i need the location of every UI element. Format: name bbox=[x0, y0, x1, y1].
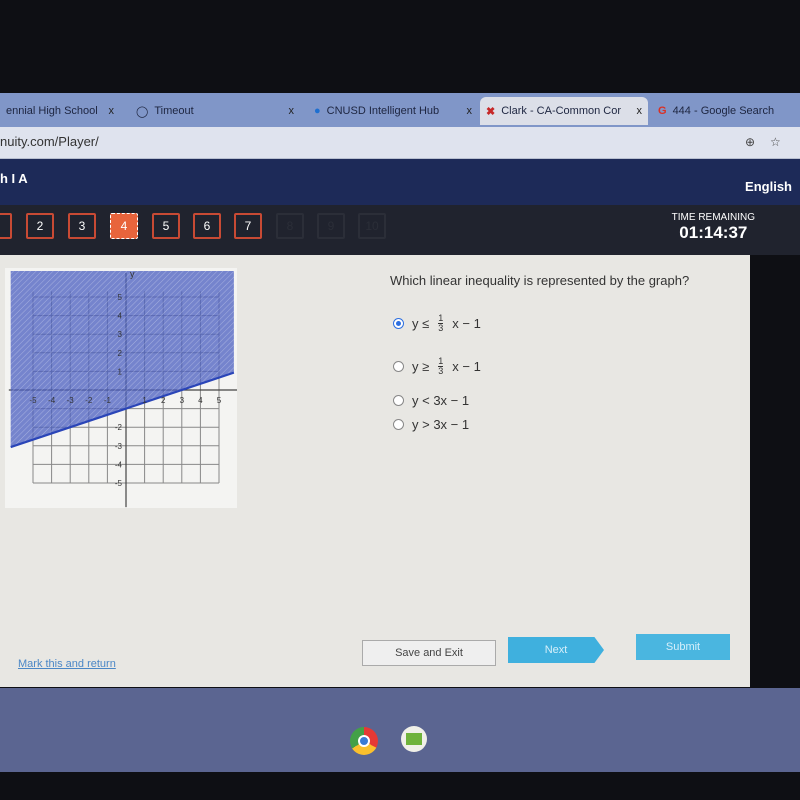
option-text: x − 1 bbox=[452, 316, 481, 331]
course-title: h I A bbox=[0, 171, 28, 186]
question-button[interactable]: 5 bbox=[152, 213, 180, 239]
tab-school[interactable]: ennial High School x bbox=[0, 97, 120, 125]
language-button[interactable]: English bbox=[745, 179, 792, 194]
option-1[interactable]: y ≤ 1 3 x − 1 bbox=[393, 314, 481, 333]
next-button[interactable]: Next bbox=[508, 637, 604, 663]
tab-label: ennial High School bbox=[6, 105, 98, 117]
taskbar bbox=[0, 688, 800, 772]
denominator: 3 bbox=[438, 366, 444, 376]
y-tick-label: 3 bbox=[118, 330, 123, 339]
x-logo-icon: ✖ bbox=[486, 105, 496, 118]
y-tick-label: 2 bbox=[118, 349, 123, 358]
fraction: 13 bbox=[438, 314, 444, 333]
y-tick-label: -3 bbox=[115, 442, 123, 451]
x-tick-label: 1 bbox=[142, 396, 147, 405]
option-text: y > 3x − 1 bbox=[412, 417, 470, 432]
y-tick-label: -5 bbox=[115, 479, 123, 488]
radio[interactable] bbox=[393, 419, 404, 430]
x-tick-label: -1 bbox=[104, 396, 112, 405]
option-text: y < 3x − 1 bbox=[412, 393, 470, 408]
option-text: y ≥ bbox=[412, 359, 430, 374]
x-tick-label: 5 bbox=[217, 396, 222, 405]
x-tick-label: -4 bbox=[48, 396, 56, 405]
x-tick-label: 3 bbox=[180, 396, 185, 405]
tab-label: Timeout bbox=[154, 105, 194, 117]
close-icon[interactable]: x bbox=[467, 105, 473, 117]
x-tick-label: -3 bbox=[67, 396, 75, 405]
radio-selected[interactable] bbox=[393, 318, 404, 329]
y-tick-label: 4 bbox=[118, 312, 123, 321]
radio[interactable] bbox=[393, 395, 404, 406]
close-icon[interactable]: x bbox=[109, 105, 115, 117]
option-3[interactable]: y < 3x − 1 bbox=[393, 393, 469, 408]
question-button[interactable]: 2 bbox=[26, 213, 54, 239]
question-prompt: Which linear inequality is represented b… bbox=[390, 273, 690, 288]
option-text: x − 1 bbox=[452, 359, 481, 374]
zoom-icon[interactable]: ⊕ bbox=[745, 135, 755, 149]
option-2[interactable]: y ≥ 1 3 x − 1 bbox=[393, 357, 481, 376]
y-tick-label: 1 bbox=[118, 367, 123, 376]
question-button[interactable]: 6 bbox=[193, 213, 221, 239]
close-icon[interactable]: x bbox=[289, 105, 295, 117]
x-tick-label: -5 bbox=[29, 396, 37, 405]
tab-timeout[interactable]: ◯ Timeout x bbox=[130, 97, 300, 125]
inequality-graph: -5-4-3-2-11234554321-2-3-4-5xy bbox=[5, 268, 237, 508]
question-button[interactable]: 3 bbox=[68, 213, 96, 239]
denominator: 3 bbox=[438, 323, 444, 333]
question-button-disabled: 10 bbox=[358, 213, 386, 239]
tab-label: Clark - CA-Common Cor bbox=[501, 105, 622, 117]
classroom-icon[interactable] bbox=[401, 726, 427, 752]
question-button-disabled: 9 bbox=[317, 213, 345, 239]
radio[interactable] bbox=[393, 361, 404, 372]
browser-tab-bar: ennial High School x ◯ Timeout x ● CNUSD Int… bbox=[0, 93, 800, 127]
y-tick-label: -4 bbox=[115, 460, 123, 469]
option-text: y ≤ bbox=[412, 316, 430, 331]
url-text[interactable]: nuity.com/Player/ bbox=[0, 134, 99, 149]
address-bar[interactable]: nuity.com/Player/ ⊕ ☆ bbox=[0, 127, 800, 159]
x-tick-label: 4 bbox=[198, 396, 203, 405]
app-header: h I A English bbox=[0, 159, 800, 205]
y-tick-label: 5 bbox=[118, 293, 123, 302]
save-and-exit-button[interactable]: Save and Exit bbox=[362, 640, 496, 666]
timeout-q-icon: ◯ bbox=[136, 105, 149, 118]
close-icon[interactable]: x bbox=[637, 105, 643, 117]
time-value: 01:14:37 bbox=[679, 223, 748, 242]
tab-cnusd[interactable]: ● CNUSD Intelligent Hub x bbox=[308, 97, 478, 125]
y-axis-label: y bbox=[130, 269, 135, 279]
tab-google[interactable]: G 444 - Google Search bbox=[652, 97, 800, 125]
star-icon[interactable]: ☆ bbox=[770, 135, 781, 149]
mark-and-return-link[interactable]: Mark this and return bbox=[18, 658, 116, 670]
y-tick-label: -2 bbox=[115, 423, 123, 432]
submit-button[interactable]: Submit bbox=[636, 634, 730, 660]
hub-icon: ● bbox=[314, 105, 321, 117]
timer: TIME REMAINING 01:14:37 bbox=[672, 212, 755, 243]
question-nav: 2 3 4 5 6 7 8 9 10 TIME REMAINING 01:14:… bbox=[0, 205, 800, 255]
question-button-current[interactable]: 4 bbox=[110, 213, 138, 239]
google-icon: G bbox=[658, 105, 667, 117]
option-4[interactable]: y > 3x − 1 bbox=[393, 417, 469, 432]
time-label: TIME REMAINING bbox=[671, 212, 755, 223]
question-button-disabled: 8 bbox=[276, 213, 304, 239]
fraction: 13 bbox=[438, 357, 444, 376]
x-tick-label: -2 bbox=[85, 396, 93, 405]
chrome-icon[interactable] bbox=[350, 727, 378, 755]
tab-label: CNUSD Intelligent Hub bbox=[326, 105, 440, 117]
question-button-1[interactable] bbox=[0, 213, 12, 239]
tab-label: 444 - Google Search bbox=[672, 105, 775, 117]
tab-clark[interactable]: ✖ Clark - CA-Common Cor x bbox=[480, 97, 648, 125]
x-tick-label: 2 bbox=[161, 396, 166, 405]
question-button[interactable]: 7 bbox=[234, 213, 262, 239]
